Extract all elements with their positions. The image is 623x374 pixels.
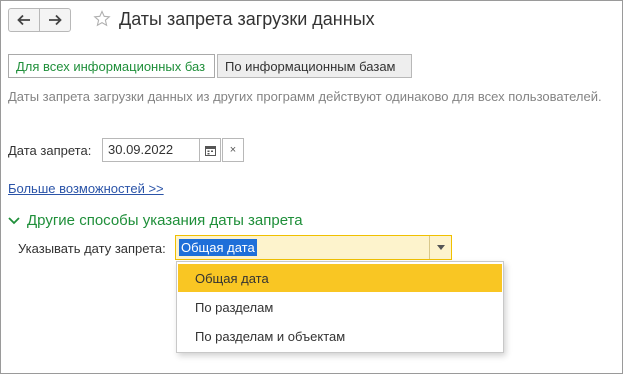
dropdown-list: Общая дата По разделам По разделам и объ…	[176, 261, 504, 353]
other-methods-group[interactable]: Другие способы указания даты запрета	[8, 212, 303, 229]
arrow-left-icon	[17, 14, 30, 26]
tab-by-infobases[interactable]: По информационным базам	[217, 54, 412, 78]
calendar-icon	[204, 145, 216, 156]
star-icon	[93, 10, 111, 27]
page-title: Даты запрета загрузки данных	[119, 9, 375, 29]
chevron-down-icon	[8, 214, 22, 228]
date-label: Дата запрета:	[8, 143, 92, 158]
dropdown-arrow-icon[interactable]	[429, 236, 451, 259]
more-options-link[interactable]: Больше возможностей >>	[8, 181, 164, 196]
clear-icon: ×	[229, 144, 237, 156]
calendar-button[interactable]	[199, 138, 221, 162]
forward-button[interactable]	[39, 8, 71, 32]
arrow-right-icon	[49, 14, 62, 26]
window-frame: Даты запрета загрузки данных Для всех ин…	[0, 0, 623, 374]
option-common-date[interactable]: Общая дата	[178, 264, 502, 292]
specify-date-label: Указывать дату запрета:	[18, 241, 166, 256]
back-button[interactable]	[8, 8, 40, 32]
section-title: Другие способы указания даты запрета	[27, 212, 303, 229]
info-text: Даты запрета загрузки данных из других п…	[8, 89, 602, 104]
option-by-sections[interactable]: По разделам	[178, 293, 502, 321]
clear-date-button[interactable]: ×	[222, 138, 244, 162]
favorite-button[interactable]	[91, 7, 113, 31]
select-value: Общая дата	[179, 239, 257, 256]
specify-date-select[interactable]: Общая дата	[175, 235, 452, 260]
date-field[interactable]: 30.09.2022	[102, 138, 200, 162]
option-by-sections-and-objects[interactable]: По разделам и объектам	[178, 322, 502, 350]
tab-all-infobases[interactable]: Для всех информационных баз	[8, 54, 215, 78]
